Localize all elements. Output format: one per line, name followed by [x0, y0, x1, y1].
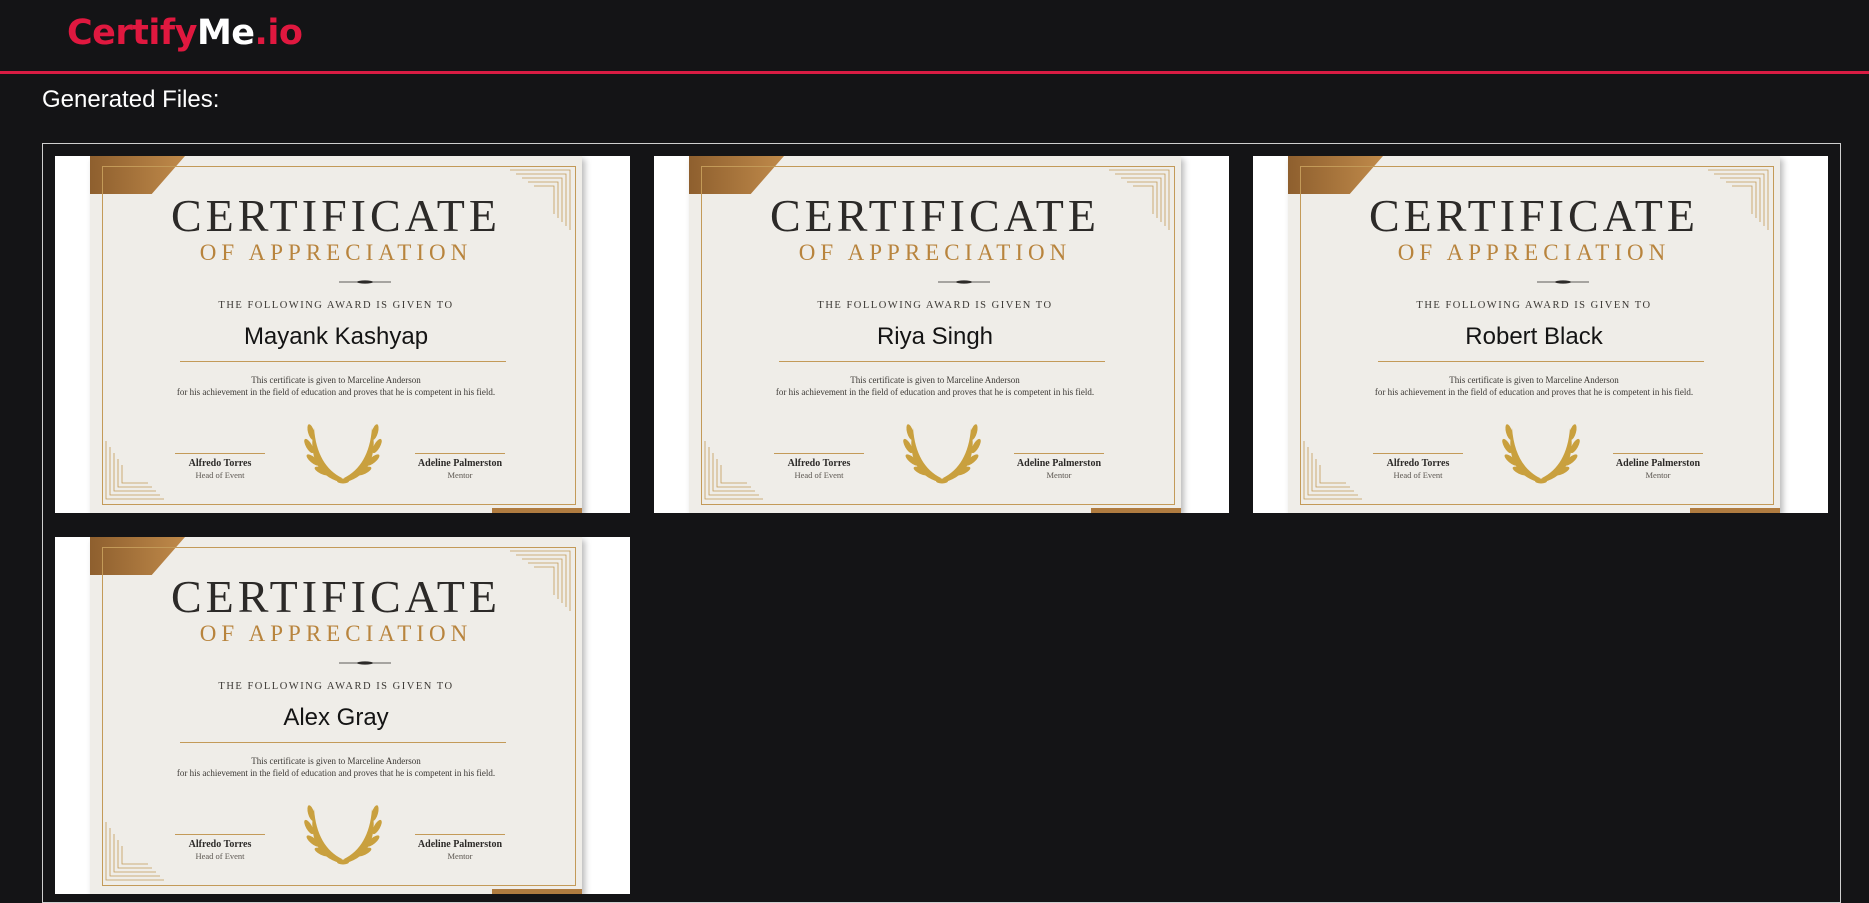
ornament-divider	[339, 661, 391, 665]
signature-block: Adeline Palmerston Mentor	[415, 453, 505, 481]
signature-line	[774, 453, 864, 454]
signature-line	[1014, 453, 1104, 454]
certificate-subtitle: OF APPRECIATION	[199, 240, 473, 265]
description-line: for his achievement in the field of educ…	[775, 387, 1095, 397]
signature-line	[1373, 453, 1463, 454]
page-title: Generated Files:	[42, 86, 220, 113]
award-given-to-text: THE FOLLOWING AWARD IS GIVEN TO	[218, 681, 454, 692]
signer-role: Head of Event	[1393, 470, 1443, 480]
signature-line	[415, 453, 505, 454]
ornament-divider	[1537, 280, 1589, 284]
corner-band	[492, 508, 582, 513]
name-underline	[779, 361, 1105, 362]
logo-me: Me	[196, 13, 255, 53]
generated-files-panel: CERTIFICATE OF APPRECIATION THE FOLLOWIN…	[42, 143, 1841, 903]
signature-block: Adeline Palmerston Mentor	[415, 834, 505, 862]
certificate-subtitle: OF APPRECIATION	[199, 621, 473, 646]
certificate-preview: CERTIFICATE OF APPRECIATION THE FOLLOWIN…	[90, 537, 582, 894]
signature-block: Adeline Palmerston Mentor	[1613, 453, 1703, 481]
certificate-title: CERTIFICATE	[769, 190, 1101, 241]
signature-block: Alfredo Torres Head of Event	[774, 453, 864, 481]
certificate-card[interactable]: CERTIFICATE OF APPRECIATION THE FOLLOWIN…	[55, 156, 630, 513]
certificate-card[interactable]: CERTIFICATE OF APPRECIATION THE FOLLOWIN…	[654, 156, 1229, 513]
certificate-description: This certificate is given to Marceline A…	[90, 755, 582, 779]
laurel-wreath-icon	[903, 424, 981, 484]
certificate-subtitle: OF APPRECIATION	[798, 240, 1072, 265]
description-line: This certificate is given to Marceline A…	[251, 375, 421, 385]
signer-name: Adeline Palmerston	[1016, 458, 1102, 469]
signature-line	[175, 453, 265, 454]
ornament-divider	[339, 280, 391, 284]
signer-role: Mentor	[447, 470, 473, 480]
certifyme-logo[interactable]: CertifyMe.io	[67, 10, 303, 56]
signer-role: Mentor	[447, 851, 473, 861]
signer-role: Head of Event	[794, 470, 844, 480]
signature-block: Alfredo Torres Head of Event	[1373, 453, 1463, 481]
signature-line	[1613, 453, 1703, 454]
logo-certify: Certify	[67, 13, 197, 53]
signer-role: Head of Event	[195, 851, 245, 861]
signature-block: Alfredo Torres Head of Event	[175, 834, 265, 862]
description-line: for his achievement in the field of educ…	[1374, 387, 1694, 397]
certificate-preview: CERTIFICATE OF APPRECIATION THE FOLLOWIN…	[90, 156, 582, 513]
ornament-divider	[938, 280, 990, 284]
award-given-to-text: THE FOLLOWING AWARD IS GIVEN TO	[218, 300, 454, 311]
signer-name: Adeline Palmerston	[417, 458, 503, 469]
recipient-name: Riya Singh	[876, 323, 994, 350]
certificate-card[interactable]: CERTIFICATE OF APPRECIATION THE FOLLOWIN…	[1253, 156, 1828, 513]
signer-name: Alfredo Torres	[188, 839, 252, 850]
signer-name: Alfredo Torres	[1386, 458, 1450, 469]
signer-role: Mentor	[1645, 470, 1671, 480]
laurel-wreath-icon	[304, 424, 382, 484]
certificate-title: CERTIFICATE	[170, 571, 502, 622]
signer-name: Adeline Palmerston	[1615, 458, 1701, 469]
description-line: for his achievement in the field of educ…	[176, 768, 496, 778]
signer-name: Adeline Palmerston	[417, 839, 503, 850]
award-given-to-text: THE FOLLOWING AWARD IS GIVEN TO	[1416, 300, 1652, 311]
signer-name: Alfredo Torres	[188, 458, 252, 469]
certificate-title: CERTIFICATE	[1368, 190, 1700, 241]
corner-band	[1091, 508, 1181, 513]
laurel-wreath-icon	[1502, 424, 1580, 484]
logo-io: .io	[254, 13, 303, 53]
signer-role: Head of Event	[195, 470, 245, 480]
certificate-card[interactable]: CERTIFICATE OF APPRECIATION THE FOLLOWIN…	[55, 537, 630, 894]
corner-band	[492, 889, 582, 894]
signature-line	[175, 834, 265, 835]
certificate-grid: CERTIFICATE OF APPRECIATION THE FOLLOWIN…	[55, 156, 1828, 894]
award-given-to-text: THE FOLLOWING AWARD IS GIVEN TO	[817, 300, 1053, 311]
signature-block: Alfredo Torres Head of Event	[175, 453, 265, 481]
certificate-description: This certificate is given to Marceline A…	[90, 374, 582, 398]
signer-name: Alfredo Torres	[787, 458, 851, 469]
certificate-preview: CERTIFICATE OF APPRECIATION THE FOLLOWIN…	[1288, 156, 1780, 513]
signature-line	[415, 834, 505, 835]
certificate-title: CERTIFICATE	[170, 190, 502, 241]
description-line: for his achievement in the field of educ…	[176, 387, 496, 397]
description-line: This certificate is given to Marceline A…	[1449, 375, 1619, 385]
description-line: This certificate is given to Marceline A…	[850, 375, 1020, 385]
recipient-name: Mayank Kashyap	[243, 323, 429, 350]
name-underline	[180, 361, 506, 362]
signature-block: Adeline Palmerston Mentor	[1014, 453, 1104, 481]
certificate-subtitle: OF APPRECIATION	[1397, 240, 1671, 265]
description-line: This certificate is given to Marceline A…	[251, 756, 421, 766]
recipient-name: Robert Black	[1465, 323, 1603, 350]
laurel-wreath-icon	[304, 805, 382, 865]
certificate-description: This certificate is given to Marceline A…	[1288, 374, 1780, 398]
recipient-name: Alex Gray	[283, 704, 389, 731]
app-header: CertifyMe.io	[0, 0, 1869, 74]
signer-role: Mentor	[1046, 470, 1072, 480]
certificate-preview: CERTIFICATE OF APPRECIATION THE FOLLOWIN…	[689, 156, 1181, 513]
name-underline	[180, 742, 506, 743]
corner-band	[1690, 508, 1780, 513]
name-underline	[1378, 361, 1704, 362]
certificate-description: This certificate is given to Marceline A…	[689, 374, 1181, 398]
